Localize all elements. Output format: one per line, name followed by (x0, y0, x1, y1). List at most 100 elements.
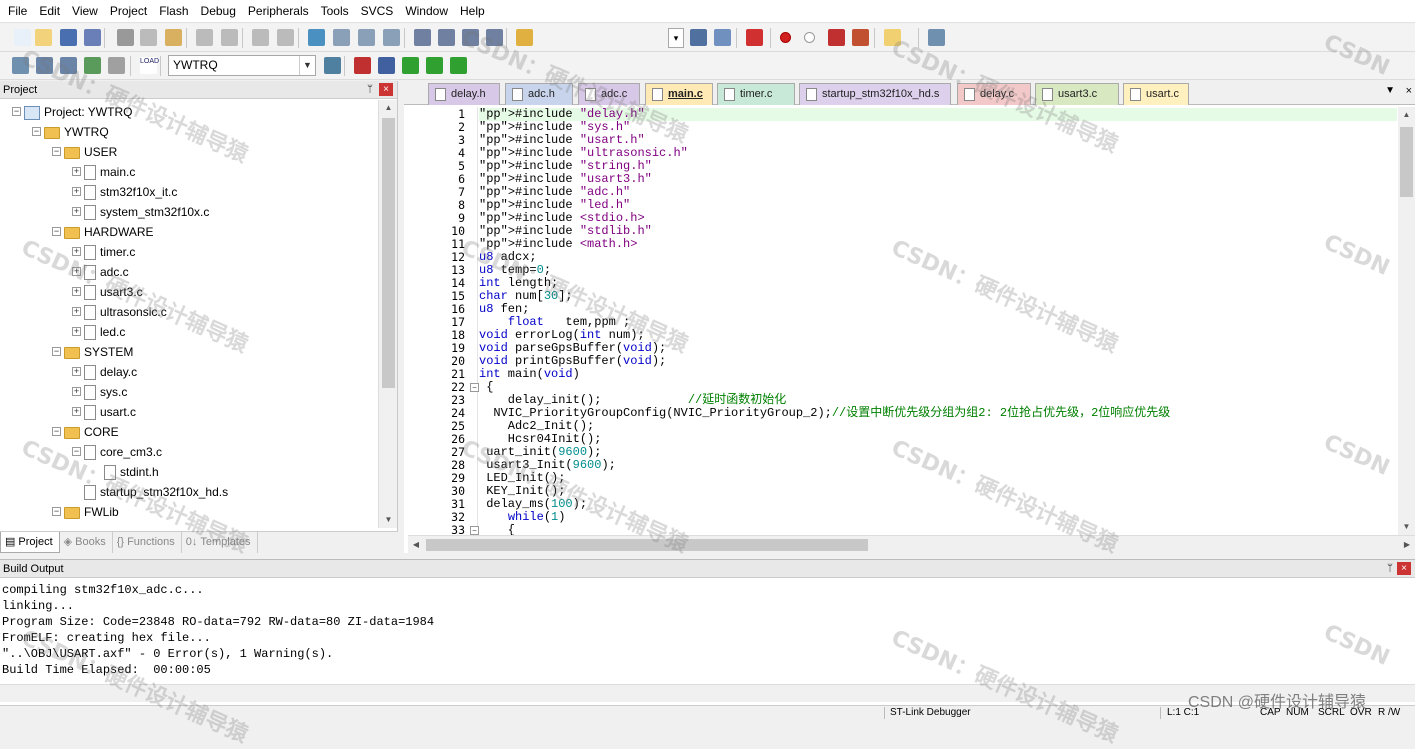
menu-svcs[interactable]: SVCS (355, 0, 400, 23)
build-icon[interactable] (36, 57, 53, 74)
indent-icon[interactable] (414, 29, 431, 46)
menu-tools[interactable]: Tools (315, 0, 355, 23)
menu-window[interactable]: Window (399, 0, 454, 23)
collapse-icon[interactable]: − (12, 107, 21, 116)
tree-item[interactable]: − CORE (52, 422, 119, 442)
tree-item[interactable]: − core_cm3.c (72, 442, 162, 462)
close-icon[interactable]: × (1406, 85, 1412, 97)
expand-icon[interactable]: + (72, 267, 81, 276)
kill-breakpoints-icon[interactable] (828, 29, 845, 46)
prev-bookmark-icon[interactable] (333, 29, 350, 46)
scroll-down-icon[interactable]: ▼ (379, 512, 398, 528)
clear-bookmarks-icon[interactable] (383, 29, 400, 46)
tree-item[interactable]: + ultrasonsic.c (72, 302, 167, 322)
comment-icon[interactable] (462, 29, 479, 46)
redo-icon[interactable] (221, 29, 238, 46)
save-icon[interactable] (60, 29, 77, 46)
copy-icon[interactable] (140, 29, 157, 46)
disable-breakpoint-icon[interactable] (804, 32, 815, 43)
unindent-icon[interactable] (438, 29, 455, 46)
collapse-icon[interactable]: − (72, 447, 81, 456)
project-vertical-scrollbar[interactable]: ▲ ▼ (378, 100, 397, 528)
menu-flash[interactable]: Flash (153, 0, 194, 23)
scroll-left-icon[interactable]: ◀ (408, 536, 424, 554)
back-icon[interactable] (252, 29, 269, 46)
tree-item[interactable]: + led.c (72, 322, 125, 342)
save-all-icon[interactable] (84, 29, 101, 46)
tree-item[interactable]: − Project: YWTRQ (12, 102, 132, 122)
bookmark-icon[interactable] (308, 29, 325, 46)
tree-item[interactable]: + delay.c (72, 362, 137, 382)
target-select[interactable]: YWTRQ ▼ (168, 55, 316, 76)
expand-icon[interactable]: + (72, 167, 81, 176)
tree-item[interactable]: stdint.h (104, 462, 159, 482)
tree-item[interactable]: + sys.c (72, 382, 127, 402)
find-icon[interactable] (690, 29, 707, 46)
pin-icon[interactable]: ᛘ (367, 81, 373, 99)
tree-item[interactable]: + system_stm32f10x.c (72, 202, 209, 222)
editor-tab-usart3-c[interactable]: usart3.c (1035, 83, 1119, 105)
target-options-icon[interactable] (354, 57, 371, 74)
menu-view[interactable]: View (66, 0, 104, 23)
open-file-icon[interactable] (35, 29, 52, 46)
scrollbar-thumb[interactable] (1400, 127, 1413, 197)
uncomment-icon[interactable] (486, 29, 503, 46)
expand-icon[interactable]: + (72, 187, 81, 196)
tree-item[interactable]: + stm32f10x_it.c (72, 182, 177, 202)
file-extensions-icon[interactable] (402, 57, 419, 74)
kill-all-breakpoints-icon[interactable] (852, 29, 869, 46)
close-icon[interactable]: × (1397, 562, 1411, 575)
collapse-icon[interactable]: − (52, 347, 61, 356)
pin-icon[interactable]: ᛘ (1387, 560, 1393, 578)
expand-icon[interactable]: + (72, 407, 81, 416)
menu-project[interactable]: Project (104, 0, 153, 23)
tree-item[interactable]: + usart.c (72, 402, 136, 422)
debug-start-icon[interactable] (746, 29, 763, 46)
expand-icon[interactable]: + (72, 307, 81, 316)
expand-icon[interactable]: + (72, 367, 81, 376)
menu-debug[interactable]: Debug (195, 0, 242, 23)
expand-icon[interactable]: + (72, 207, 81, 216)
breakpoint-icon[interactable] (780, 32, 791, 43)
editor-tab-startup_stm32f10x_hd-s[interactable]: startup_stm32f10x_hd.s (799, 83, 951, 105)
editor-tab-adc-c[interactable]: adc.c (578, 83, 640, 105)
expand-icon[interactable]: + (72, 247, 81, 256)
tree-item[interactable]: + usart3.c (72, 282, 143, 302)
scroll-up-icon[interactable]: ▲ (379, 100, 398, 116)
tree-item[interactable]: − USER (52, 142, 117, 162)
download-icon[interactable] (324, 57, 341, 74)
batch-build-icon[interactable] (84, 57, 101, 74)
new-file-icon[interactable] (14, 29, 31, 46)
editor-horizontal-scrollbar[interactable]: ◀ ▶ (408, 535, 1415, 553)
menu-edit[interactable]: Edit (33, 0, 66, 23)
configure-icon[interactable] (928, 29, 945, 46)
stop-build-icon[interactable] (108, 57, 125, 74)
menu-file[interactable]: File (2, 0, 33, 23)
menu-peripherals[interactable]: Peripherals (242, 0, 315, 23)
expand-icon[interactable]: + (72, 327, 81, 336)
tree-item[interactable]: + timer.c (72, 242, 135, 262)
tree-item[interactable]: + main.c (72, 162, 135, 182)
editor-tab-adc-h[interactable]: adc.h (505, 83, 573, 105)
tree-item[interactable]: − SYSTEM (52, 342, 133, 362)
close-icon[interactable]: × (379, 83, 393, 96)
editor-tab-usart-c[interactable]: usart.c (1123, 83, 1189, 105)
tree-item[interactable]: startup_stm32f10x_hd.s (84, 482, 228, 502)
scroll-down-icon[interactable]: ▼ (1398, 519, 1415, 535)
code-view[interactable]: "pp">#include "delay.h" "pp">#include "sy… (478, 107, 1398, 535)
chevron-down-icon[interactable]: ▼ (299, 56, 315, 75)
editor-vertical-scrollbar[interactable]: ▲ ▼ (1398, 107, 1415, 535)
tree-item[interactable]: − FWLib (52, 502, 119, 522)
rebuild-icon[interactable] (60, 57, 77, 74)
forward-icon[interactable] (277, 29, 294, 46)
scroll-right-icon[interactable]: ▶ (1399, 536, 1415, 554)
incremental-find-icon[interactable] (714, 29, 731, 46)
pack-installer-icon[interactable] (450, 57, 467, 74)
tab-templates[interactable]: 0↓ Templates (182, 532, 258, 553)
expand-icon[interactable]: + (72, 387, 81, 396)
editor-tab-main-c[interactable]: main.c (645, 83, 713, 105)
expand-icon[interactable]: + (72, 287, 81, 296)
find-in-files-icon[interactable] (516, 29, 533, 46)
tree-item[interactable]: − YWTRQ (32, 122, 109, 142)
find-dropdown[interactable]: ▾ (668, 28, 684, 48)
